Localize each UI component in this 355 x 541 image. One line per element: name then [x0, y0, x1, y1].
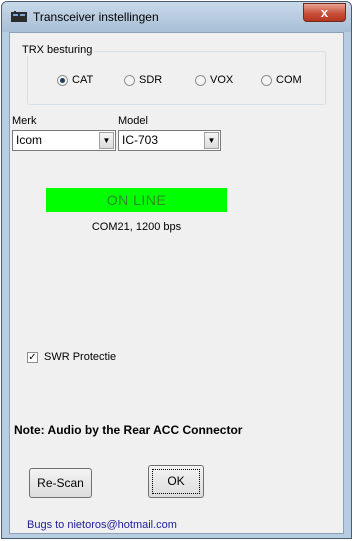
radio-vox[interactable]: VOX	[195, 74, 233, 86]
window-title: Transceiver instellingen	[33, 10, 159, 24]
radio-cat-label: CAT	[72, 74, 94, 86]
swr-protection-option[interactable]: ✓ SWR Protectie	[27, 351, 116, 363]
radio-vox-indicator[interactable]	[195, 74, 206, 86]
close-icon: x	[320, 5, 329, 20]
radio-cat-indicator[interactable]	[57, 74, 68, 86]
audio-note: Note: Audio by the Rear ACC Connector	[14, 423, 243, 437]
online-status-indicator: ON LINE	[46, 188, 227, 212]
radio-vox-label: VOX	[210, 74, 234, 86]
radio-com[interactable]: COM	[261, 74, 302, 86]
radio-com-indicator[interactable]	[261, 74, 272, 86]
model-label: Model	[118, 115, 148, 127]
transceiver-settings-window: Transceiver instellingen x TRX besturing…	[1, 1, 352, 539]
model-select-value: IC-703	[122, 133, 159, 147]
port-info: COM21, 1200 bps	[91, 221, 182, 233]
chevron-down-icon[interactable]: ▼	[99, 132, 114, 149]
radio-sdr-label: SDR	[139, 74, 163, 86]
rescan-button-label: Re-Scan	[37, 476, 84, 490]
dialog-body: TRX besturing CAT SDR VOX COM Merk Icom …	[9, 32, 344, 534]
brand-select-value: Icom	[16, 133, 43, 147]
app-icon	[11, 11, 27, 22]
radio-sdr-indicator[interactable]	[124, 74, 135, 86]
brand-select[interactable]: Icom ▼	[12, 130, 116, 151]
ok-button-label: OK	[167, 474, 185, 488]
rescan-button[interactable]: Re-Scan	[29, 468, 92, 498]
title-bar[interactable]: Transceiver instellingen x	[2, 2, 351, 32]
swr-protection-checkbox[interactable]: ✓	[27, 351, 38, 363]
radio-cat[interactable]: CAT	[57, 74, 93, 86]
radio-com-label: COM	[276, 74, 302, 86]
brand-label: Merk	[12, 115, 37, 127]
ok-button[interactable]: OK	[148, 465, 204, 498]
chevron-down-icon[interactable]: ▼	[204, 132, 219, 149]
close-button[interactable]: x	[303, 3, 346, 22]
model-select[interactable]: IC-703 ▼	[118, 130, 221, 151]
bug-report-contact: Bugs to nietoros@hotmail.com	[27, 519, 177, 531]
radio-sdr[interactable]: SDR	[124, 74, 162, 86]
trx-control-legend: TRX besturing	[20, 44, 95, 56]
swr-protection-label: SWR Protectie	[44, 351, 117, 363]
